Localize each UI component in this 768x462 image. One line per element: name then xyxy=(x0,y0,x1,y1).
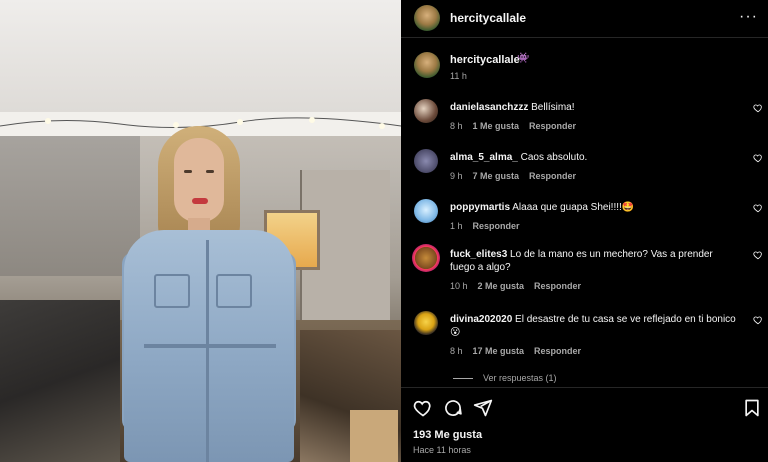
comment-avatar[interactable] xyxy=(414,99,438,123)
comment-username[interactable]: fuck_elites3 xyxy=(450,249,507,260)
comment-time: 9 h xyxy=(450,171,463,181)
post-photo[interactable] xyxy=(0,0,401,462)
post-timestamp: Hace 11 horas xyxy=(413,445,471,455)
post-panel: hercitycallale ··· hercitycallale 👾 11 h… xyxy=(401,0,768,462)
comment-avatar[interactable] xyxy=(412,244,440,272)
comment-time: 8 h xyxy=(450,346,463,356)
comment-item: fuck_elites3 Lo de la mano es un mechero… xyxy=(401,244,768,296)
heart-icon[interactable] xyxy=(753,203,763,213)
caption-username[interactable]: hercitycallale xyxy=(450,54,520,66)
photo-person xyxy=(118,122,300,462)
author-avatar[interactable] xyxy=(414,5,440,31)
heart-icon[interactable] xyxy=(413,398,433,418)
bookmark-icon[interactable] xyxy=(742,398,762,418)
comment-likes[interactable]: 17 Me gusta xyxy=(473,346,525,356)
comment-username[interactable]: divina202020 xyxy=(450,314,512,325)
comment-time: 10 h xyxy=(450,281,468,291)
heart-icon[interactable] xyxy=(753,103,763,113)
comment-meta: 8 h 1 Me gusta Responder xyxy=(450,121,576,131)
more-options-icon[interactable]: ··· xyxy=(739,8,758,26)
comment-text: poppymartis Alaaa que guapa Shei!!!!🤩 xyxy=(450,201,740,214)
photo-box xyxy=(350,410,398,462)
post-actions: 193 Me gusta Hace 11 horas xyxy=(401,387,768,462)
reply-button[interactable]: Responder xyxy=(529,121,576,131)
comment-time: 1 h xyxy=(450,221,463,231)
comment-meta: 9 h 7 Me gusta Responder xyxy=(450,171,576,181)
comment-body: Alaaa que guapa Shei!!!!🤩 xyxy=(512,202,635,213)
comment-body: Bellísima! xyxy=(531,102,575,113)
comment-avatar[interactable] xyxy=(414,199,438,223)
comment-avatar[interactable] xyxy=(414,149,438,173)
likes-count[interactable]: 193 Me gusta xyxy=(413,429,482,441)
comment-meta: 8 h 17 Me gusta Responder xyxy=(450,346,581,356)
comment-meta: 1 h Responder xyxy=(450,221,520,231)
reply-button[interactable]: Responder xyxy=(534,346,581,356)
comment-username[interactable]: alma_5_alma_ xyxy=(450,152,518,163)
alien-emoji-icon: 👾 xyxy=(517,53,530,64)
comment-username[interactable]: danielasanchzzz xyxy=(450,102,528,113)
post-caption: hercitycallale 👾 11 h xyxy=(401,39,768,91)
post-header: hercitycallale ··· xyxy=(401,0,768,38)
heart-icon[interactable] xyxy=(753,315,763,325)
heart-icon[interactable] xyxy=(753,250,763,260)
comment-avatar[interactable] xyxy=(414,311,438,335)
reply-button[interactable]: Responder xyxy=(529,171,576,181)
comment-username[interactable]: poppymartis xyxy=(450,202,510,213)
heart-icon[interactable] xyxy=(753,153,763,163)
share-icon[interactable] xyxy=(473,398,493,418)
caption-avatar[interactable] xyxy=(414,52,440,78)
comment-text: danielasanchzzz Bellísima! xyxy=(450,101,740,114)
comment-item: alma_5_alma_ Caos absoluto. 9 h 7 Me gus… xyxy=(401,149,768,199)
photo-ceiling xyxy=(0,0,401,112)
comment-likes[interactable]: 7 Me gusta xyxy=(473,171,520,181)
view-replies-label[interactable]: Ver respuestas (1) xyxy=(483,373,557,383)
author-username[interactable]: hercitycallale xyxy=(450,11,526,25)
comment-item: poppymartis Alaaa que guapa Shei!!!!🤩 1 … xyxy=(401,199,768,249)
comment-icon[interactable] xyxy=(443,398,463,418)
comment-meta: 10 h 2 Me gusta Responder xyxy=(450,281,581,291)
caption-time: 11 h xyxy=(450,71,467,81)
comment-item: danielasanchzzz Bellísima! 8 h 1 Me gust… xyxy=(401,99,768,149)
comment-body: Caos absoluto. xyxy=(520,152,588,163)
reply-button[interactable]: Responder xyxy=(534,281,581,291)
comment-text: divina202020 El desastre de tu casa se v… xyxy=(450,313,740,339)
comment-likes[interactable]: 1 Me gusta xyxy=(473,121,520,131)
comment-likes[interactable]: 2 Me gusta xyxy=(478,281,525,291)
photo-clutter-left xyxy=(0,300,120,462)
reply-button[interactable]: Responder xyxy=(473,221,520,231)
comment-text: alma_5_alma_ Caos absoluto. xyxy=(450,151,740,164)
comments-list: hercitycallale 👾 11 h danielasanchzzz Be… xyxy=(401,39,768,386)
comment-item: divina202020 El desastre de tu casa se v… xyxy=(401,311,768,361)
comment-time: 8 h xyxy=(450,121,463,131)
view-replies-button[interactable]: Ver respuestas (1) xyxy=(453,373,557,383)
comment-text: fuck_elites3 Lo de la mano es un mechero… xyxy=(450,248,740,274)
replies-divider xyxy=(453,377,473,379)
